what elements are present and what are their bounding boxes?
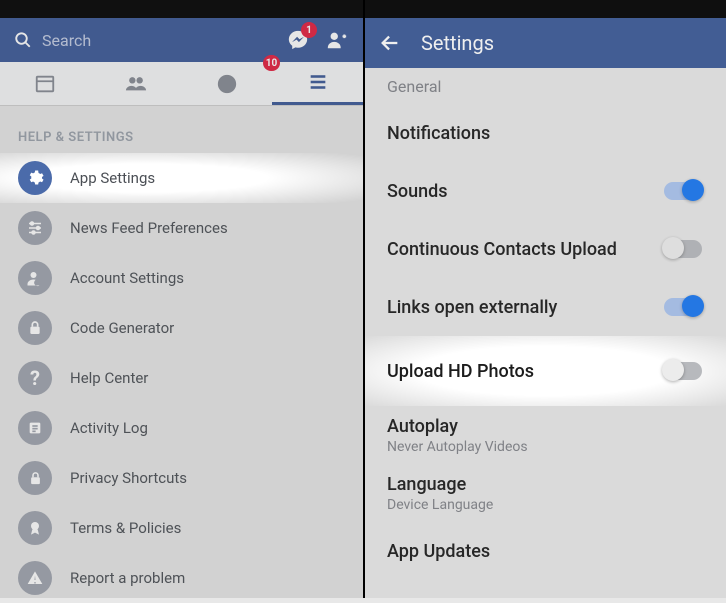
tab-notifications[interactable]: 10 — [182, 62, 273, 105]
row-label: Upload HD Photos — [387, 361, 534, 382]
search-icon[interactable] — [14, 31, 32, 49]
row-autoplay[interactable]: Autoplay Never Autoplay Videos — [363, 406, 726, 464]
contacts-toggle[interactable] — [664, 240, 702, 258]
links-toggle[interactable] — [664, 298, 702, 316]
item-label: Help Center — [70, 369, 148, 387]
top-bar: Search 1 — [0, 18, 363, 62]
item-label: Code Generator — [70, 319, 174, 337]
row-label: General — [387, 77, 441, 96]
item-news-feed-prefs[interactable]: News Feed Preferences — [0, 203, 363, 253]
settings-pane: Settings General Notifications Sounds Co… — [363, 0, 726, 598]
item-privacy-shortcuts[interactable]: Privacy Shortcuts — [0, 453, 363, 503]
row-label: Links open externally — [387, 297, 557, 318]
messenger-badge: 1 — [301, 22, 317, 38]
menu-pane: Search 1 10 HELP & SETTINGS App Settings — [0, 0, 363, 598]
list-icon — [18, 411, 52, 445]
row-sounds[interactable]: Sounds — [363, 162, 726, 220]
hd-toggle[interactable] — [664, 362, 702, 380]
tab-menu[interactable] — [272, 62, 363, 105]
row-label: Language — [387, 474, 493, 495]
item-activity-log[interactable]: Activity Log — [0, 403, 363, 453]
item-label: News Feed Preferences — [70, 219, 228, 237]
row-upload-hd[interactable]: Upload HD Photos — [363, 336, 726, 406]
row-language[interactable]: Language Device Language — [363, 464, 726, 522]
settings-title: Settings — [421, 31, 494, 55]
search-input[interactable]: Search — [42, 31, 271, 50]
question-icon: ? — [18, 361, 52, 395]
messenger-icon[interactable]: 1 — [287, 29, 309, 51]
ribbon-icon — [18, 511, 52, 545]
row-general[interactable]: General — [363, 68, 726, 104]
item-account-settings[interactable]: Account Settings — [0, 253, 363, 303]
item-label: Privacy Shortcuts — [70, 469, 187, 487]
tab-feed[interactable] — [0, 62, 91, 105]
item-label: App Settings — [70, 169, 155, 187]
sounds-toggle[interactable] — [664, 182, 702, 200]
item-code-generator[interactable]: Code Generator — [0, 303, 363, 353]
item-label: Account Settings — [70, 269, 184, 287]
row-app-updates[interactable]: App Updates — [363, 522, 726, 580]
row-sublabel: Never Autoplay Videos — [387, 439, 528, 455]
tab-bar: 10 — [0, 62, 363, 106]
person-gear-icon — [18, 261, 52, 295]
row-contacts-upload[interactable]: Continuous Contacts Upload — [363, 220, 726, 278]
item-help-center[interactable]: ? Help Center — [0, 353, 363, 403]
lock-icon — [18, 311, 52, 345]
sliders-icon — [18, 211, 52, 245]
row-sublabel: Device Language — [387, 497, 493, 513]
item-terms-policies[interactable]: Terms & Policies — [0, 503, 363, 553]
section-title: HELP & SETTINGS — [0, 106, 363, 153]
back-icon[interactable] — [379, 32, 401, 54]
row-label: Sounds — [387, 181, 448, 202]
row-label: Continuous Contacts Upload — [387, 239, 617, 260]
padlock-icon — [18, 461, 52, 495]
gear-icon — [18, 161, 52, 195]
row-label: App Updates — [387, 541, 490, 562]
item-app-settings[interactable]: App Settings — [0, 153, 363, 203]
item-label: Report a problem — [70, 569, 185, 587]
warning-icon — [18, 561, 52, 595]
row-links-external[interactable]: Links open externally — [363, 278, 726, 336]
settings-header: Settings — [363, 18, 726, 68]
row-label: Notifications — [387, 123, 490, 144]
row-label: Autoplay — [387, 416, 528, 437]
item-report-problem[interactable]: Report a problem — [0, 553, 363, 603]
status-bar — [0, 0, 363, 18]
row-notifications[interactable]: Notifications — [363, 104, 726, 162]
item-label: Terms & Policies — [70, 519, 181, 537]
status-bar — [363, 0, 726, 18]
item-label: Activity Log — [70, 419, 148, 437]
friend-requests-icon[interactable] — [325, 29, 349, 51]
tab-friends[interactable] — [91, 62, 182, 105]
